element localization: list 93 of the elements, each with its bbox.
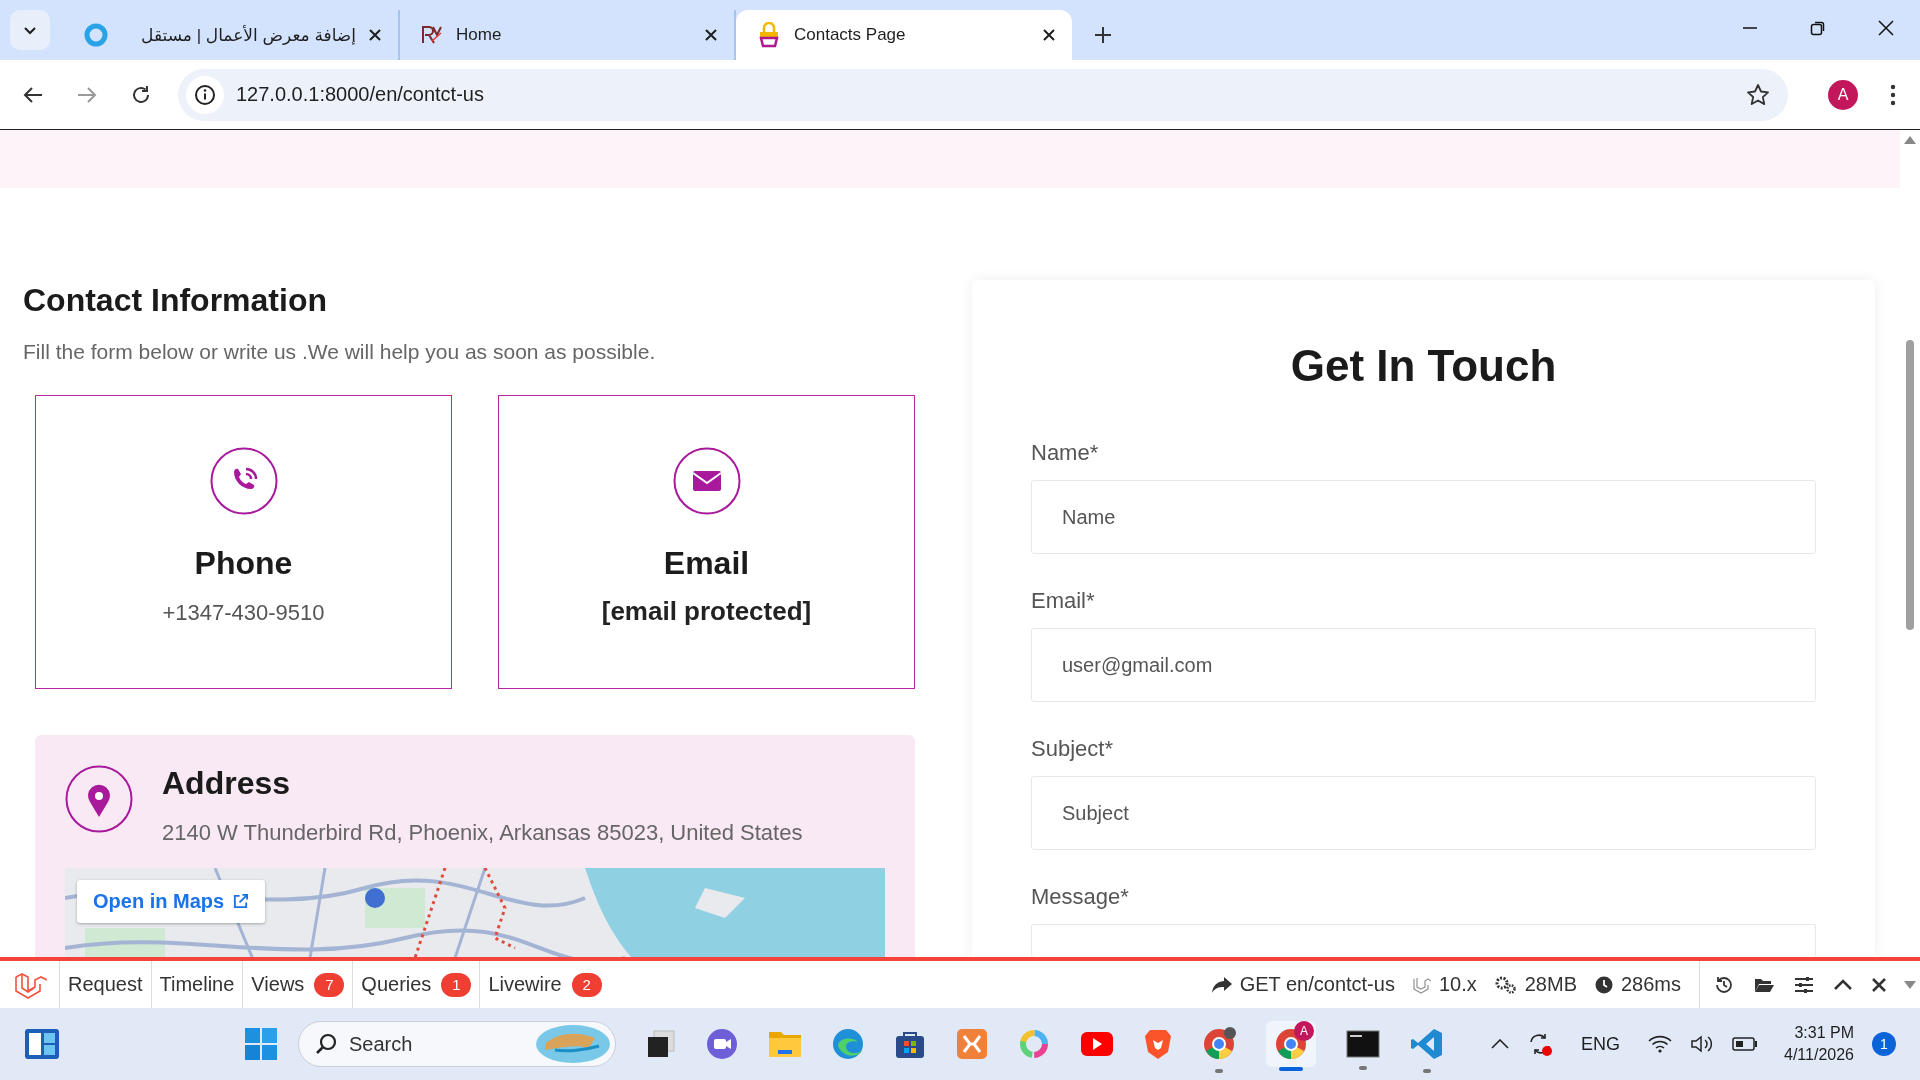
address-title: Address — [162, 765, 292, 802]
card-title: Email — [663, 545, 750, 582]
duration-text: 286ms — [1620, 973, 1681, 996]
count-badge: 2 — [571, 972, 602, 997]
input-field[interactable] — [1031, 924, 1816, 957]
taskbar-search-field[interactable]: Search — [298, 1021, 616, 1067]
tab-title: Contacts Page — [794, 25, 907, 45]
tab-title: Home — [456, 25, 503, 45]
date-text: 4/11/2026 — [1784, 1045, 1854, 1065]
scrollbar-thumb[interactable] — [1906, 340, 1914, 630]
location-pin-icon — [65, 765, 133, 833]
chevron-up-icon[interactable] — [1491, 1039, 1509, 1049]
running-indicator — [1423, 1069, 1431, 1073]
scroll-up-icon[interactable] — [1904, 136, 1916, 144]
chevron-up-icon[interactable] — [1834, 978, 1852, 991]
clock-icon — [1594, 975, 1613, 994]
browser-tab[interactable]: Contacts Page — [736, 10, 1072, 60]
running-indicator — [1359, 1066, 1367, 1070]
code-editor-icon[interactable] — [1410, 1027, 1444, 1061]
active-indicator — [1279, 1067, 1303, 1071]
bookmark-star-icon[interactable] — [1746, 82, 1770, 107]
lion-shield-icon[interactable] — [1144, 1028, 1172, 1060]
debug-tab-label: Livewire — [488, 973, 562, 996]
restore-icon[interactable] — [1810, 20, 1826, 36]
profile-avatar[interactable]: A — [1828, 79, 1858, 110]
address-bar[interactable]: 127.0.0.1:8000/en/contct-us — [178, 68, 1788, 121]
history-icon[interactable] — [1714, 974, 1734, 995]
search-placeholder: Search — [349, 1032, 414, 1056]
debug-tab-label: Views — [251, 973, 305, 996]
url-text: 127.0.0.1:8000/en/contct-us — [236, 83, 485, 106]
reload-icon[interactable] — [130, 83, 152, 106]
field-label: Message* — [1031, 884, 1130, 910]
task-view-icon[interactable] — [646, 1029, 676, 1059]
battery-icon[interactable] — [1732, 1037, 1758, 1051]
memory-text: 28MB — [1524, 973, 1577, 996]
time-text: 3:31 PM — [1794, 1023, 1854, 1043]
laravel-logo-icon — [1412, 975, 1431, 994]
input-field[interactable]: Name — [1031, 480, 1816, 554]
swirl-browser-icon[interactable] — [832, 1028, 864, 1060]
field-label: Subject* — [1031, 736, 1114, 762]
search-icon — [315, 1033, 337, 1055]
tab-title: إضافة معرض الأعمال | مستقل — [140, 24, 356, 46]
wifi-icon[interactable] — [1648, 1035, 1672, 1053]
open-in-maps-link[interactable]: Open in Maps — [77, 880, 266, 923]
sync-icon[interactable] — [1527, 1031, 1553, 1057]
phone-icon — [209, 447, 278, 515]
input-field[interactable]: user@gmail.com — [1031, 628, 1816, 702]
language-indicator[interactable]: ENG — [1581, 1033, 1620, 1055]
close-icon[interactable] — [368, 28, 382, 42]
new-tab-icon[interactable] — [1094, 26, 1112, 44]
field-label: Name* — [1031, 440, 1100, 466]
debug-tab-label: Queries — [361, 973, 432, 996]
clock[interactable]: 3:31 PM 4/11/2026 — [1784, 1022, 1854, 1066]
section-heading: Contact Information — [23, 281, 328, 320]
chrome-icon[interactable] — [1202, 1027, 1236, 1061]
scroll-down-icon[interactable] — [1904, 980, 1916, 989]
info-icon[interactable] — [194, 83, 216, 106]
section-subtitle: Fill the form below or write us .We will help you as soon as possible. — [23, 339, 657, 365]
phone-number: +1347-430-9510 — [162, 600, 325, 626]
card-title: Phone — [194, 545, 293, 582]
close-icon[interactable] — [1042, 28, 1056, 42]
ring-icon — [84, 23, 108, 47]
field-label: Email* — [1031, 588, 1096, 614]
email-address: [email protected] — [601, 596, 812, 627]
redirect-arrow-icon — [1211, 976, 1232, 993]
version-text: 10.x — [1438, 973, 1477, 996]
play-icon[interactable] — [1080, 1031, 1114, 1057]
route-text: GET en/contct-us — [1239, 973, 1395, 996]
debug-tab-label: Timeline — [159, 973, 235, 996]
widgets-icon[interactable] — [24, 1028, 60, 1060]
external-link-icon — [232, 893, 250, 910]
close-icon[interactable] — [1872, 977, 1886, 992]
profile-badge: A — [1294, 1021, 1314, 1041]
close-icon[interactable] — [1878, 20, 1894, 36]
sliders-icon[interactable] — [1794, 975, 1814, 994]
address-text: 2140 W Thunderbird Rd, Phoenix, Arkansas 85023, United States — [162, 820, 803, 846]
close-icon[interactable] — [704, 28, 718, 42]
start-icon[interactable] — [244, 1027, 278, 1061]
running-indicator — [1215, 1069, 1223, 1073]
color-ring-icon[interactable] — [1018, 1028, 1050, 1060]
count-badge: 7 — [314, 972, 345, 997]
debug-tab-label: Request — [68, 973, 143, 996]
app-logo-icon[interactable] — [956, 1028, 988, 1060]
envelope-icon — [672, 447, 741, 515]
volume-icon[interactable] — [1690, 1034, 1714, 1054]
menu-icon[interactable] — [1890, 83, 1896, 106]
notification-badge[interactable]: 1 — [1872, 1032, 1896, 1056]
terminal-icon[interactable] — [1346, 1030, 1380, 1058]
gears-icon — [1494, 975, 1517, 994]
video-chat-icon[interactable] — [706, 1028, 738, 1060]
input-field[interactable]: Subject — [1031, 776, 1816, 850]
count-badge: 1 — [441, 972, 472, 997]
form-title: Get In Touch — [1289, 340, 1558, 392]
